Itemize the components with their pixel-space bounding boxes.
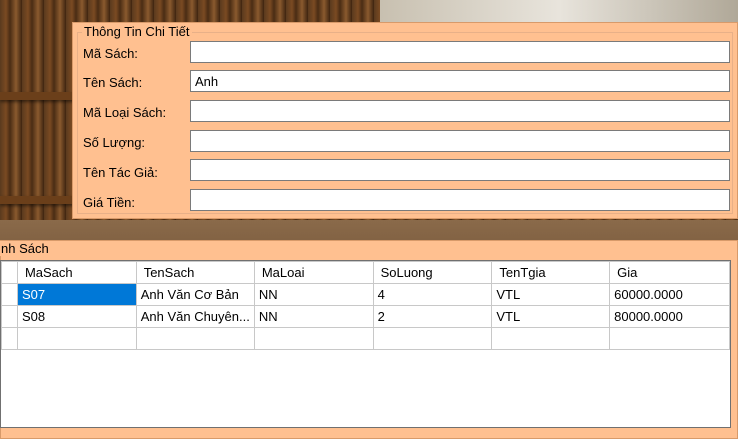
table-cell[interactable]: Anh Văn Cơ Bản	[135, 283, 255, 306]
column-header-gia[interactable]: Gia	[609, 261, 730, 284]
column-header-masach[interactable]: MaSach	[16, 261, 137, 284]
table-cell[interactable]: NN	[253, 283, 374, 306]
new-row[interactable]	[1, 327, 730, 350]
ten-sach-label: Tên Sách:	[83, 74, 143, 90]
table-cell[interactable]: NN	[253, 305, 374, 328]
table-cell[interactable]: 2	[372, 305, 493, 328]
table-row[interactable]: S08 Anh Văn Chuyên... NN 2 VTL 80000.000…	[1, 305, 730, 328]
field-row-tac-gia: Tên Tác Giả:	[83, 161, 190, 183]
table-cell[interactable]: 60000.0000	[609, 283, 730, 306]
ten-tac-gia-input[interactable]	[190, 159, 730, 181]
books-datagrid[interactable]: MaSach TenSach MaLoai SoLuong TenTgia Gi…	[0, 260, 731, 428]
ma-sach-label: Mã Sách:	[83, 45, 138, 61]
field-row-gia-tien: Giá Tiền:	[83, 191, 190, 213]
row-header[interactable]	[1, 305, 18, 328]
row-header-corner[interactable]	[1, 261, 18, 284]
table-cell[interactable]: 80000.0000	[609, 305, 730, 328]
table-cell[interactable]	[609, 327, 730, 350]
ma-loai-sach-label: Mã Loại Sách:	[83, 104, 167, 120]
column-header-soluong[interactable]: SoLuong	[372, 261, 493, 284]
list-groupbox-title: nh Sách	[0, 241, 51, 256]
ten-tac-gia-label: Tên Tác Giả:	[83, 164, 158, 180]
table-row[interactable]: S07 Anh Văn Cơ Bản NN 4 VTL 60000.0000	[1, 283, 730, 306]
table-cell[interactable]: VTL	[491, 305, 611, 328]
detail-groupbox-title: Thông Tin Chi Tiết	[82, 24, 192, 39]
table-cell[interactable]	[491, 327, 611, 350]
ma-loai-sach-input[interactable]	[190, 100, 730, 122]
header-row: MaSach TenSach MaLoai SoLuong TenTgia Gi…	[1, 261, 730, 284]
detail-groupbox: Thông Tin Chi Tiết Mã Sách: Tên Sách: Mã…	[72, 22, 738, 219]
field-row-so-luong: Số Lượng:	[83, 131, 190, 153]
so-luong-label: Số Lượng:	[83, 134, 146, 150]
row-header[interactable]	[1, 283, 18, 306]
row-header[interactable]	[1, 327, 18, 350]
so-luong-input[interactable]	[190, 130, 730, 152]
table-cell[interactable]: VTL	[491, 283, 611, 306]
table-cell[interactable]: S07	[16, 283, 137, 306]
table-cell[interactable]: S08	[16, 305, 137, 328]
table-cell[interactable]	[372, 327, 493, 350]
column-header-maloai[interactable]: MaLoai	[253, 261, 374, 284]
field-row-ten-sach: Tên Sách:	[83, 71, 190, 93]
ten-sach-input[interactable]	[190, 70, 730, 92]
column-header-tensach[interactable]: TenSach	[135, 261, 255, 284]
gia-tien-label: Giá Tiền:	[83, 194, 136, 210]
table-cell[interactable]: Anh Văn Chuyên...	[135, 305, 255, 328]
table-cell[interactable]	[253, 327, 374, 350]
table-cell[interactable]	[16, 327, 137, 350]
field-row-ma-sach: Mã Sách:	[83, 42, 190, 64]
gia-tien-input[interactable]	[190, 189, 730, 211]
ma-sach-input[interactable]	[190, 41, 730, 63]
books-table: MaSach TenSach MaLoai SoLuong TenTgia Gi…	[1, 261, 730, 350]
table-cell[interactable]: 4	[372, 283, 493, 306]
field-row-ma-loai: Mã Loại Sách:	[83, 101, 190, 123]
column-header-tentgia[interactable]: TenTgia	[491, 261, 611, 284]
table-cell[interactable]	[135, 327, 255, 350]
